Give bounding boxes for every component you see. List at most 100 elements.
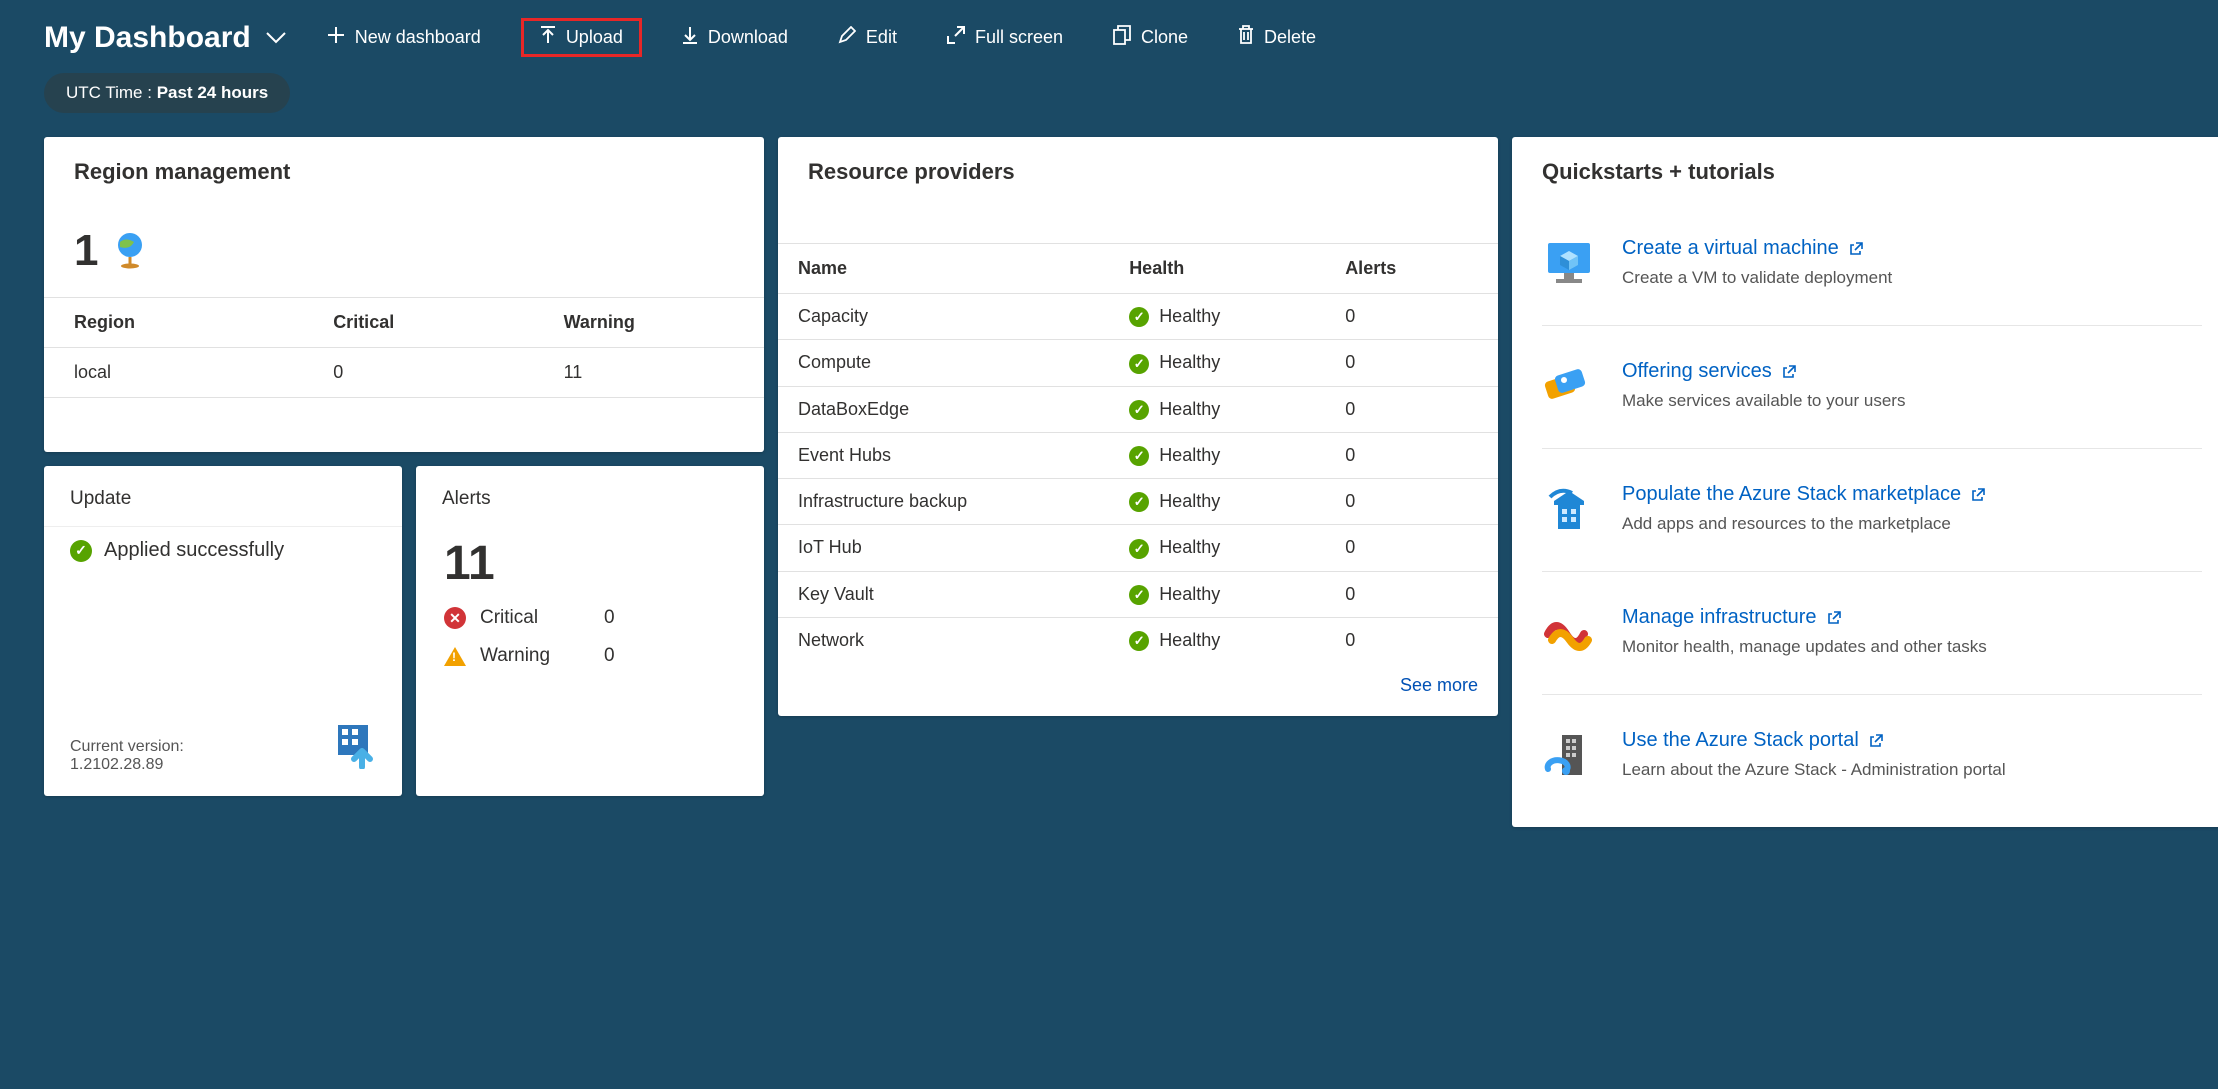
update-icon <box>332 723 382 774</box>
rp-col-name: Name <box>778 244 1109 294</box>
rp-name-cell: Key Vault <box>778 571 1109 617</box>
table-row[interactable]: Infrastructure backup✓Healthy0 <box>778 479 1498 525</box>
fullscreen-label: Full screen <box>975 27 1063 48</box>
alerts-critical-row[interactable]: ✕ Critical 0 <box>416 599 764 637</box>
time-filter-value: Past 24 hours <box>157 83 269 102</box>
col-header-region: Region <box>44 298 303 348</box>
quickstart-link[interactable]: Create a virtual machine <box>1622 237 1864 260</box>
external-link-icon <box>1827 610 1842 625</box>
error-icon: ✕ <box>444 607 466 629</box>
alerts-critical-value: 0 <box>604 607 615 629</box>
rp-name-cell: Network <box>778 617 1109 663</box>
table-row[interactable]: IoT Hub✓Healthy0 <box>778 525 1498 571</box>
quickstart-link[interactable]: Manage infrastructure <box>1622 606 1842 629</box>
quickstart-icon <box>1542 606 1596 660</box>
time-filter-pill[interactable]: UTC Time : Past 24 hours <box>44 73 290 113</box>
rp-health-cell: ✓Healthy <box>1109 432 1325 478</box>
resource-providers-table: Name Health Alerts Capacity✓Healthy0Comp… <box>778 243 1498 663</box>
clone-button[interactable]: Clone <box>1103 19 1198 56</box>
clone-icon <box>1113 25 1131 50</box>
globe-icon <box>112 230 152 273</box>
see-more-link[interactable]: See more <box>1400 675 1478 695</box>
update-title: Update <box>44 466 402 526</box>
pencil-icon <box>838 26 856 49</box>
quickstart-item: Populate the Azure Stack marketplace Add… <box>1542 448 2202 571</box>
time-filter-bar: UTC Time : Past 24 hours <box>0 67 2218 137</box>
quickstart-link[interactable]: Offering services <box>1622 360 1797 383</box>
plus-icon <box>327 26 345 49</box>
dashboard-title-selector[interactable]: My Dashboard <box>44 21 287 55</box>
update-tile: Update ✓ Applied successfully Current ve… <box>44 466 402 796</box>
table-row[interactable]: Capacity✓Healthy0 <box>778 294 1498 340</box>
table-row[interactable]: DataBoxEdge✓Healthy0 <box>778 386 1498 432</box>
rp-name-cell: DataBoxEdge <box>778 386 1109 432</box>
quickstart-link-label: Offering services <box>1622 360 1772 383</box>
check-icon: ✓ <box>1129 446 1149 466</box>
check-icon: ✓ <box>70 540 92 562</box>
new-dashboard-button[interactable]: New dashboard <box>317 20 491 55</box>
table-row[interactable]: local 0 11 <box>44 348 764 398</box>
external-link-icon <box>1782 364 1797 379</box>
rp-col-alerts: Alerts <box>1325 244 1498 294</box>
upload-label: Upload <box>566 27 623 48</box>
alerts-critical-label: Critical <box>480 607 590 629</box>
rp-name-cell: Event Hubs <box>778 432 1109 478</box>
col-header-warning: Warning <box>534 298 764 348</box>
new-dashboard-label: New dashboard <box>355 27 481 48</box>
quickstart-item: Offering services Make services availabl… <box>1542 325 2202 448</box>
delete-label: Delete <box>1264 27 1316 48</box>
alerts-warning-row[interactable]: Warning 0 <box>416 637 764 675</box>
edit-button[interactable]: Edit <box>828 20 907 55</box>
quickstart-link[interactable]: Populate the Azure Stack marketplace <box>1622 483 1986 506</box>
quickstart-icon <box>1542 237 1596 291</box>
rp-health-cell: ✓Healthy <box>1109 340 1325 386</box>
rp-alerts-cell: 0 <box>1325 571 1498 617</box>
download-label: Download <box>708 27 788 48</box>
download-button[interactable]: Download <box>672 19 798 56</box>
expand-icon <box>947 26 965 49</box>
quickstart-item: Use the Azure Stack portal Learn about t… <box>1542 694 2202 817</box>
quickstart-link[interactable]: Use the Azure Stack portal <box>1622 729 1884 752</box>
region-count: 1 <box>74 229 98 273</box>
table-row[interactable]: Event Hubs✓Healthy0 <box>778 432 1498 478</box>
external-link-icon <box>1869 733 1884 748</box>
check-icon: ✓ <box>1129 585 1149 605</box>
rp-health-cell: ✓Healthy <box>1109 571 1325 617</box>
quickstart-link-label: Populate the Azure Stack marketplace <box>1622 483 1961 506</box>
external-link-icon <box>1971 487 1986 502</box>
quickstart-icon <box>1542 483 1596 537</box>
rp-alerts-cell: 0 <box>1325 294 1498 340</box>
region-management-tile: Region management 1 Region Critical Warn… <box>44 137 764 452</box>
region-table: Region Critical Warning local 0 11 <box>44 297 764 452</box>
dashboard-title: My Dashboard <box>44 21 251 55</box>
alerts-warning-value: 0 <box>604 645 615 667</box>
edit-label: Edit <box>866 27 897 48</box>
update-status-row: ✓ Applied successfully <box>44 526 402 574</box>
delete-button[interactable]: Delete <box>1228 19 1326 56</box>
table-row[interactable]: Compute✓Healthy0 <box>778 340 1498 386</box>
rp-col-health: Health <box>1109 244 1325 294</box>
update-status: Applied successfully <box>104 539 284 562</box>
rp-name-cell: Capacity <box>778 294 1109 340</box>
left-column: Region management 1 Region Critical Warn… <box>44 137 764 796</box>
upload-button[interactable]: Upload <box>521 18 642 57</box>
fullscreen-button[interactable]: Full screen <box>937 20 1073 55</box>
quickstart-link-label: Create a virtual machine <box>1622 237 1839 260</box>
quickstart-icon <box>1542 360 1596 414</box>
quickstart-desc: Learn about the Azure Stack - Administra… <box>1622 760 2006 780</box>
quickstart-item: Manage infrastructure Monitor health, ma… <box>1542 571 2202 694</box>
resource-providers-title: Resource providers <box>778 137 1498 203</box>
external-link-icon <box>1849 241 1864 256</box>
region-management-title: Region management <box>44 137 764 203</box>
quickstarts-title: Quickstarts + tutorials <box>1512 137 2218 203</box>
rp-health-cell: ✓Healthy <box>1109 479 1325 525</box>
dashboard-grid: Region management 1 Region Critical Warn… <box>0 137 2218 827</box>
warning-icon <box>444 647 466 666</box>
clone-label: Clone <box>1141 27 1188 48</box>
table-row[interactable]: Network✓Healthy0 <box>778 617 1498 663</box>
check-icon: ✓ <box>1129 492 1149 512</box>
table-row[interactable]: Key Vault✓Healthy0 <box>778 571 1498 617</box>
trash-icon <box>1238 25 1254 50</box>
rp-name-cell: IoT Hub <box>778 525 1109 571</box>
quickstart-desc: Add apps and resources to the marketplac… <box>1622 514 1986 534</box>
